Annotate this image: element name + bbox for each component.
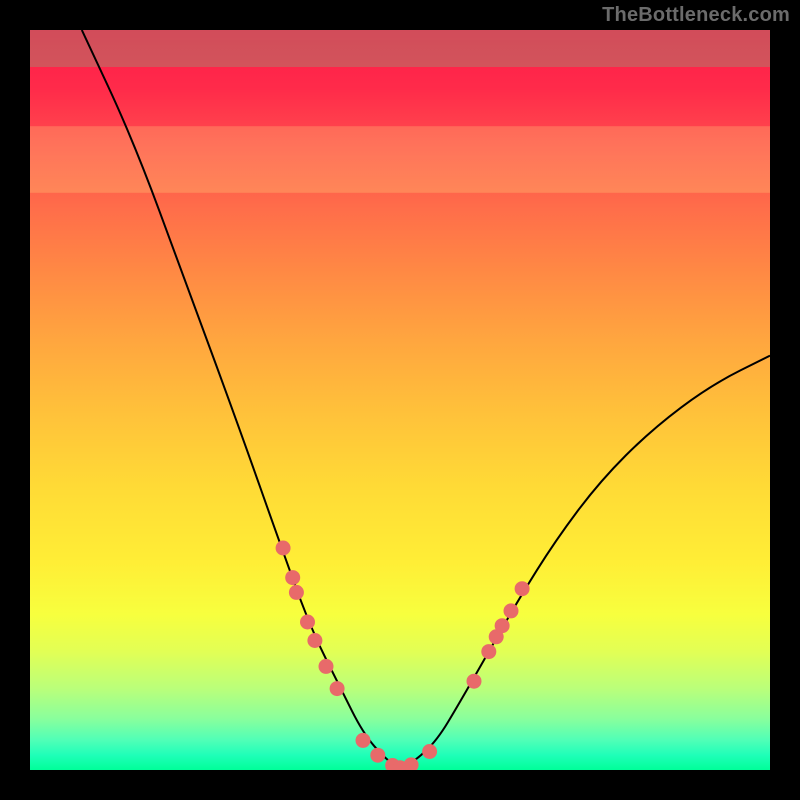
chart-marker-dot bbox=[370, 748, 385, 763]
chart-marker-dot bbox=[356, 733, 371, 748]
chart-marker-dot bbox=[422, 744, 437, 759]
chart-marker-dot bbox=[467, 674, 482, 689]
chart-marker-dot bbox=[481, 644, 496, 659]
chart-bands bbox=[30, 30, 770, 193]
chart-marker-dot bbox=[307, 633, 322, 648]
chart-marker-dot bbox=[276, 541, 291, 556]
chart-marker-dot bbox=[319, 659, 334, 674]
chart-marker-dot bbox=[504, 603, 519, 618]
chart-marker-dot bbox=[300, 615, 315, 630]
chart-markers bbox=[276, 541, 530, 771]
chart-marker-dot bbox=[330, 681, 345, 696]
watermark-text: TheBottleneck.com bbox=[602, 4, 790, 27]
chart-svg bbox=[30, 30, 770, 770]
chart-marker-dot bbox=[289, 585, 304, 600]
chart-frame: TheBottleneck.com bbox=[0, 0, 800, 800]
chart-marker-dot bbox=[495, 618, 510, 633]
chart-band bbox=[30, 126, 770, 193]
chart-plot-area bbox=[30, 30, 770, 770]
chart-marker-dot bbox=[285, 570, 300, 585]
chart-marker-dot bbox=[515, 581, 530, 596]
chart-band bbox=[30, 30, 770, 67]
